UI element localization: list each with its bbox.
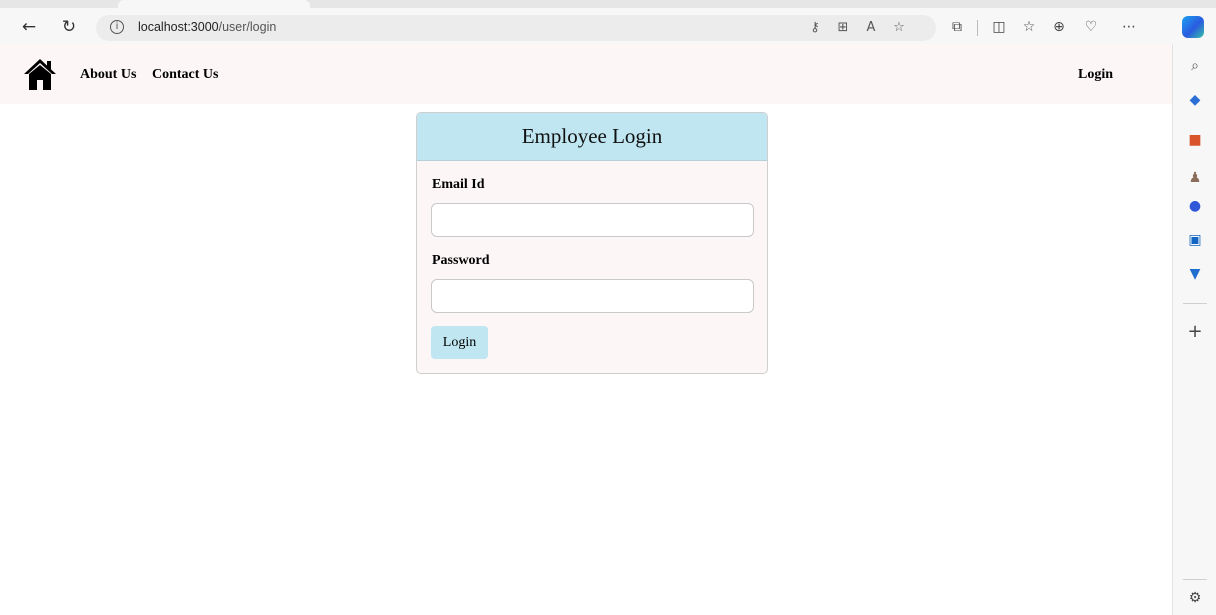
toolbar-divider [977,20,978,36]
sidebar-panel: ⌕ ◆ ■ ♟ ● ▣ ▼ + ⚙ [1172,44,1216,615]
site-navbar: About Us Contact Us Login [0,44,1172,104]
home-icon[interactable] [22,57,58,91]
tools-briefcase-icon[interactable]: ■ [1185,130,1205,150]
login-button[interactable]: Login [431,326,488,359]
sidebar-divider [1183,303,1207,304]
email-field[interactable] [431,203,754,237]
nav-link-login[interactable]: Login [1078,67,1113,83]
card-title: Employee Login [417,113,767,161]
address-host: localhost:3000 [138,20,219,34]
address-path: /user/login [218,20,277,34]
password-field[interactable] [431,279,754,313]
games-icon[interactable]: ♟ [1185,168,1205,188]
drop-icon[interactable]: ▼ [1185,264,1205,284]
password-label: Password [432,253,490,268]
copilot-icon[interactable] [1182,16,1204,38]
refresh-icon[interactable]: ↻ [56,14,82,40]
site-info-icon[interactable]: i [110,20,124,34]
settings-gear-icon[interactable]: ⚙ [1185,588,1205,608]
tab-strip [0,0,1216,8]
shopping-tag-icon[interactable]: ◆ [1185,90,1205,110]
split-screen-icon[interactable]: ◫ [988,16,1010,38]
nav-link-contact-us[interactable]: Contact Us [152,67,219,83]
favorite-star-icon[interactable]: ☆ [890,19,908,37]
address-bar[interactable]: i localhost:3000/user/login ⚷ ⊞ A ☆ [96,15,936,41]
nav-link-about-us[interactable]: About Us [80,67,136,83]
extensions-icon[interactable]: ⧉ [946,16,968,38]
more-options-icon[interactable]: ⋯ [1118,16,1140,38]
microsoft-365-icon[interactable]: ● [1185,196,1205,216]
translate-icon[interactable]: ⊞ [834,19,852,37]
read-aloud-icon[interactable]: A [862,19,880,37]
back-icon[interactable]: ← [16,14,42,40]
search-icon[interactable]: ⌕ [1185,56,1205,76]
email-label: Email Id [432,177,485,192]
browser-toolbar: ← ↻ i localhost:3000/user/login ⚷ ⊞ A ☆ … [0,0,1216,44]
sidebar-divider [1183,579,1207,580]
favorites-icon[interactable]: ☆ [1018,16,1040,38]
collections-icon[interactable]: ⊕ [1048,16,1070,38]
key-icon[interactable]: ⚷ [806,19,824,37]
active-tab[interactable] [118,0,310,8]
outlook-icon[interactable]: ▣ [1185,230,1205,250]
browser-essentials-icon[interactable]: ♡ [1080,16,1102,38]
address-text[interactable]: localhost:3000/user/login [138,20,276,34]
page-viewport: About Us Contact Us Login Employee Login… [0,44,1172,615]
add-icon[interactable]: + [1185,322,1205,342]
login-card: Employee Login Email Id Password Login [416,112,768,374]
